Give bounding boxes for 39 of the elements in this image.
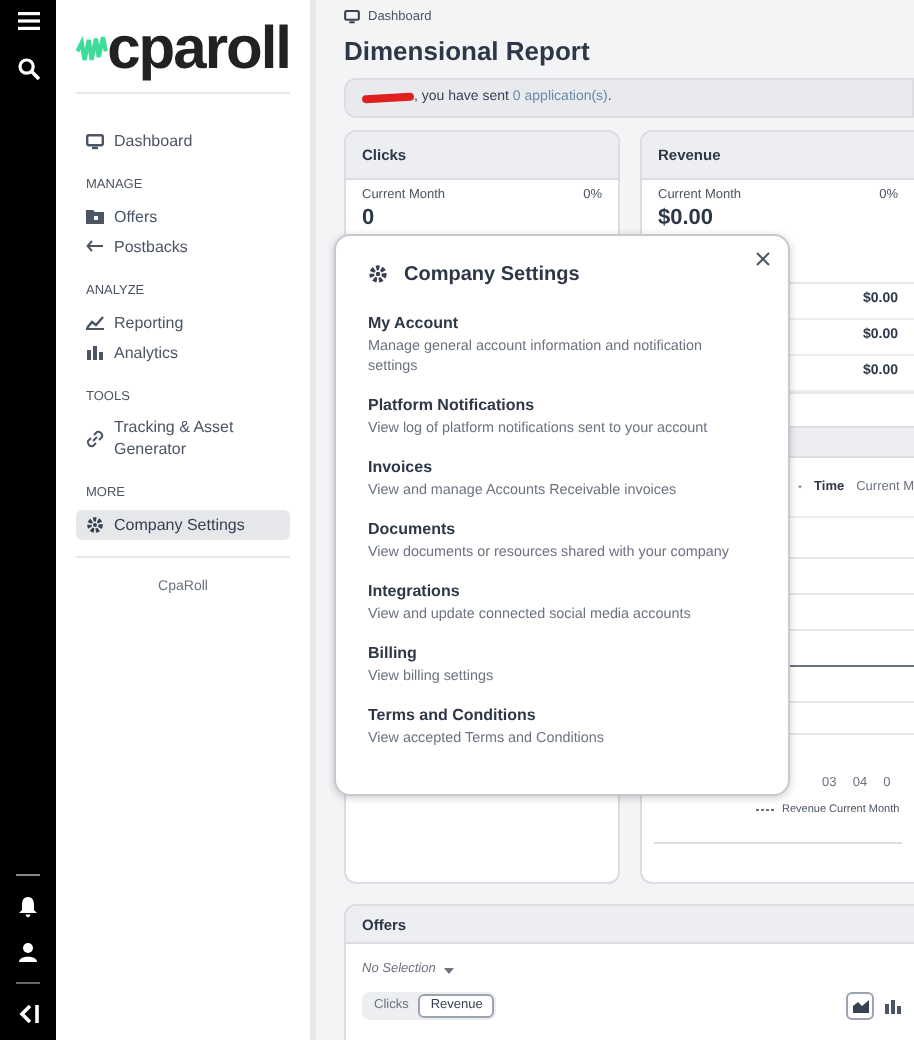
caret-icon (443, 967, 454, 974)
monitor-icon (86, 133, 104, 149)
search-icon[interactable] (17, 58, 39, 80)
chart-icon (86, 314, 104, 330)
nav-item[interactable]: Analytics (76, 337, 290, 367)
revenue-value: $0.00 (656, 206, 716, 230)
settings-item-title[interactable]: Invoices (368, 456, 756, 478)
monitor-icon (344, 10, 360, 25)
modal-title: Company Settings (404, 261, 580, 289)
nav-item[interactable]: Reporting (76, 307, 290, 337)
bar-chart-icon (883, 998, 901, 1014)
chart-type-button[interactable] (846, 992, 874, 1020)
return-arrow-icon (86, 240, 104, 253)
settings-item-title[interactable]: Billing (368, 642, 756, 664)
bar-chart-icon (86, 344, 104, 360)
logo-text: cparoll (107, 19, 290, 79)
user-icon[interactable] (18, 942, 38, 962)
nav-item[interactable]: Postbacks (76, 231, 290, 262)
settings-item-title[interactable]: Documents (368, 518, 756, 540)
settings-item-title[interactable]: Integrations (368, 580, 756, 602)
nav-item[interactable]: Offers (76, 201, 290, 232)
menu-icon[interactable] (17, 12, 39, 30)
collapse-icon[interactable] (17, 1004, 39, 1024)
settings-item-title[interactable]: My Account (368, 312, 756, 334)
legend-line-icon (756, 807, 776, 812)
clicks-value: 0 (360, 206, 377, 230)
page-title: Dimensional Report (344, 33, 592, 70)
area-chart-icon (851, 998, 869, 1014)
settings-item-title[interactable]: Terms and Conditions (368, 704, 756, 726)
gear-icon (86, 516, 104, 534)
folder-icon (86, 208, 104, 225)
nav-item[interactable]: Dashboard (76, 126, 290, 156)
nav-item[interactable]: Tracking & Asset Generator (76, 412, 290, 465)
gear-icon (368, 264, 388, 284)
link-icon (86, 429, 104, 448)
bell-icon[interactable] (18, 896, 38, 918)
close-icon[interactable] (756, 252, 770, 266)
nav-item[interactable]: Company Settings (76, 510, 290, 540)
settings-item-title[interactable]: Platform Notifications (368, 394, 756, 416)
